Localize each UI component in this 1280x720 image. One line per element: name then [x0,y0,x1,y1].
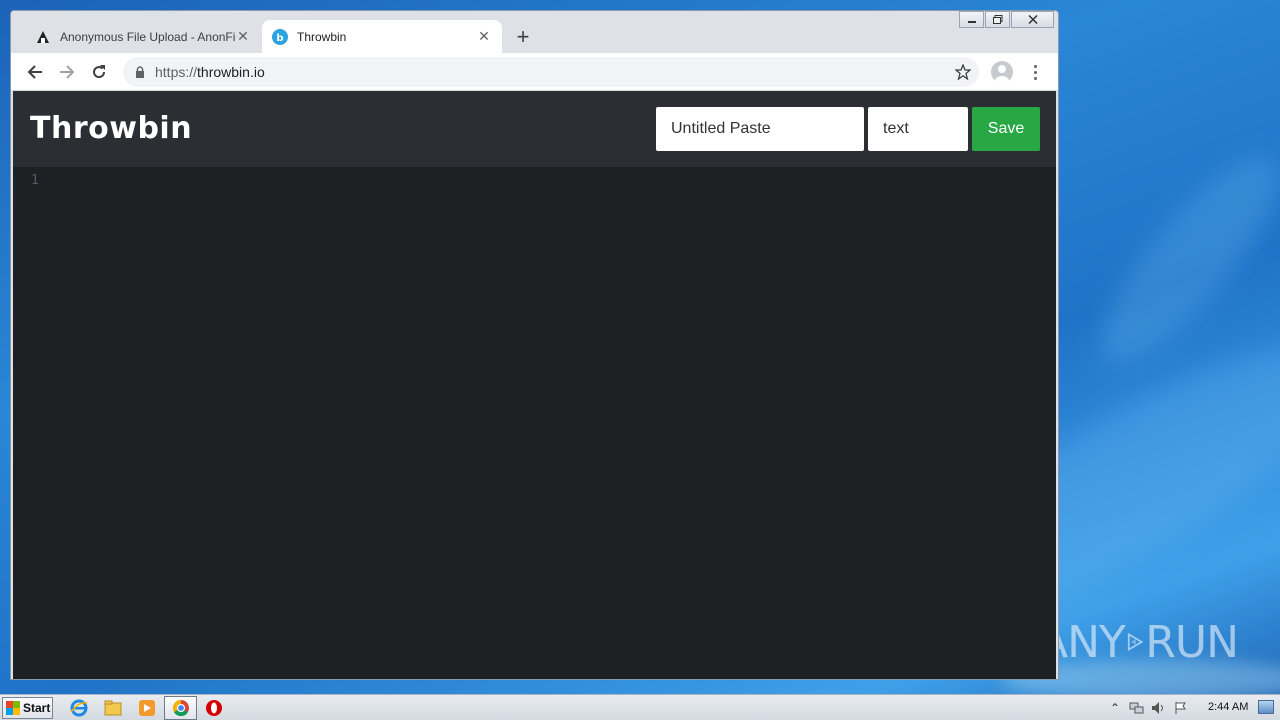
new-tab-button[interactable]: + [511,24,535,49]
file-explorer-icon[interactable] [104,699,122,717]
profile-avatar-icon[interactable] [991,61,1013,83]
page-header: Throwbin Save [13,91,1056,167]
url-text: https://throwbin.io [155,64,265,80]
line-number: 1 [31,173,39,188]
back-button[interactable] [23,60,47,84]
close-icon[interactable]: ✕ [235,28,251,45]
media-player-icon[interactable] [138,699,156,717]
system-tray: ⌃ [1106,695,1194,720]
throwbin-page: Throwbin Save 1 [13,91,1056,679]
taskbar-clock[interactable]: 2:44 AM [1208,701,1248,713]
watermark-text-right: RUN [1145,616,1239,668]
code-editor[interactable]: 1 [13,167,1056,679]
bookmark-star-icon[interactable] [954,63,972,85]
tab-title: Anonymous File Upload - AnonFile [60,29,235,44]
browser-menu-icon[interactable] [1025,62,1045,82]
network-icon[interactable] [1128,699,1146,717]
forward-button[interactable] [55,60,79,84]
close-icon[interactable]: ✕ [476,28,492,45]
tab-anonfile[interactable]: Anonymous File Upload - AnonFile ✕ [25,20,261,53]
arrow-right-icon [60,65,75,79]
minimize-button[interactable] [959,11,984,28]
window-controls [958,11,1054,28]
anyrun-watermark: ANY RUN [1038,610,1239,674]
show-hidden-icons-chevron-icon[interactable]: ⌃ [1106,699,1124,717]
url-host: throwbin.io [197,64,265,80]
chrome-icon[interactable] [172,699,190,717]
reload-icon [93,65,106,79]
throwbin-logo[interactable]: Throwbin [30,111,192,146]
lock-icon [136,66,144,78]
save-button[interactable]: Save [972,107,1040,151]
opera-icon[interactable] [205,699,223,717]
restore-button[interactable] [985,11,1010,28]
tab-strip: Anonymous File Upload - AnonFile ✕ b Thr… [11,11,1058,53]
tab-title: Throwbin [297,29,347,44]
window-close-button[interactable] [1011,11,1054,28]
paste-language-input[interactable] [868,107,968,151]
throwbin-icon: b [272,28,288,45]
anonfile-icon [35,29,51,45]
browser-toolbar: https://throwbin.io [11,53,1058,91]
windows-taskbar: Start ⌃ 2:44 AM [0,694,1280,720]
start-label: Start [23,701,51,715]
tab-throwbin[interactable]: b Throwbin ✕ [262,20,502,53]
action-center-flag-icon[interactable] [1172,699,1190,717]
paste-title-input[interactable] [656,107,864,151]
volume-icon[interactable] [1150,699,1168,717]
desktop-light-streak [1075,134,1280,386]
internet-explorer-icon[interactable] [70,699,88,717]
show-desktop-button[interactable] [1258,700,1274,714]
start-button[interactable]: Start [2,697,53,719]
browser-window: Anonymous File Upload - AnonFile ✕ b Thr… [10,10,1059,680]
url-scheme: https:// [155,64,198,80]
reload-button[interactable] [87,60,111,84]
play-icon [1127,632,1144,652]
arrow-left-icon [27,65,42,79]
address-bar[interactable]: https://throwbin.io [123,57,979,87]
windows-logo-icon [6,701,20,715]
svg-text:b: b [276,33,283,44]
